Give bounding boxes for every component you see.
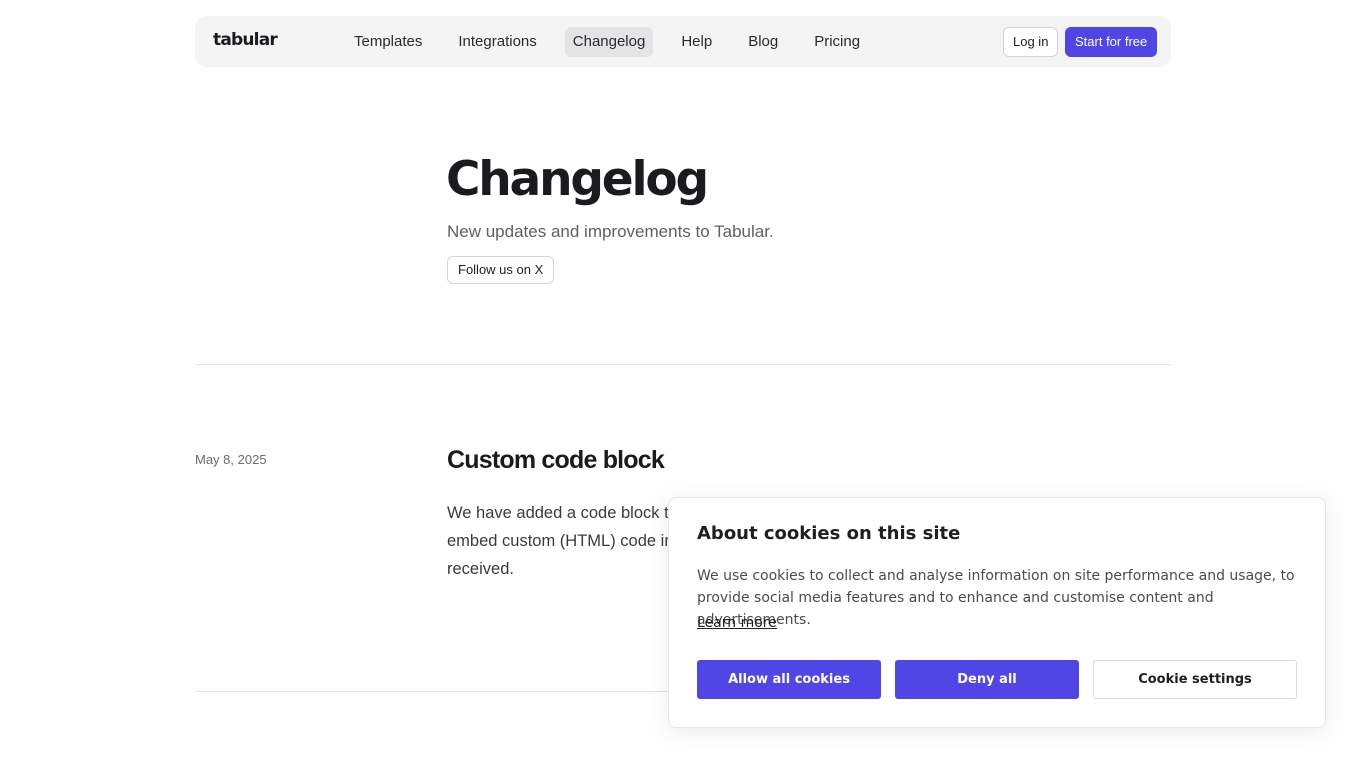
allow-all-cookies-button[interactable]: Allow all cookies: [697, 660, 881, 699]
nav-link-integrations[interactable]: Integrations: [450, 27, 544, 57]
follow-on-x-button[interactable]: Follow us on X: [447, 256, 555, 284]
cookie-settings-button[interactable]: Cookie settings: [1093, 660, 1297, 699]
nav-links: Templates Integrations Changelog Help Bl…: [346, 27, 888, 57]
section-divider: [195, 364, 1171, 365]
cookie-banner-text: We use cookies to collect and analyse in…: [697, 568, 1295, 628]
start-for-free-button[interactable]: Start for free: [1065, 27, 1158, 57]
cookie-banner-title: About cookies on this site: [697, 523, 961, 544]
nav-link-changelog[interactable]: Changelog: [564, 27, 654, 57]
top-navbar: tabular Templates Integrations Changelog…: [195, 16, 1171, 67]
page-subtitle: New updates and improvements to Tabular.: [447, 222, 774, 241]
entry-title: Custom code block: [447, 446, 665, 474]
nav-link-pricing[interactable]: Pricing: [806, 27, 868, 57]
nav-link-help[interactable]: Help: [673, 27, 720, 57]
learn-more-link[interactable]: Learn more: [697, 615, 777, 631]
deny-all-button[interactable]: Deny all: [895, 660, 1079, 699]
entry-date: May 8, 2025: [195, 452, 267, 467]
nav-link-templates[interactable]: Templates: [346, 27, 430, 57]
page-title: Changelog: [446, 152, 709, 207]
cookie-banner: About cookies on this site We use cookie…: [668, 497, 1326, 728]
nav-link-blog[interactable]: Blog: [740, 27, 786, 57]
login-button[interactable]: Log in: [1003, 27, 1059, 57]
tabular-logo[interactable]: tabular: [213, 30, 278, 50]
